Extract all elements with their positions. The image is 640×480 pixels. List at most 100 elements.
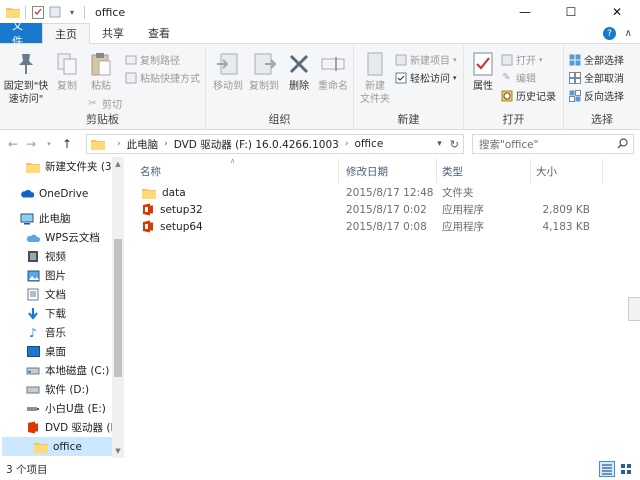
- tab-share[interactable]: 共享: [90, 23, 136, 43]
- select-none-label: 全部取消: [584, 74, 624, 85]
- minimize-button[interactable]: —: [502, 0, 548, 24]
- table-row[interactable]: data 2015/8/17 12:48 文件夹: [136, 184, 604, 201]
- paste-shortcut-icon: [124, 71, 137, 84]
- nav-item-drive-e[interactable]: 小白U盘 (E:): [26, 399, 106, 418]
- copy-button[interactable]: 复制: [52, 50, 82, 93]
- nav-item-pictures[interactable]: 图片: [26, 266, 66, 285]
- new-folder-label: 新建 文件夹: [360, 81, 390, 105]
- easy-access-button[interactable]: 轻松访问 ▾: [394, 70, 457, 85]
- file-size: 4,183 KB: [542, 220, 591, 233]
- breadcrumb-dvd-drive[interactable]: DVD 驱动器 (F:) 16.0.4266.1003: [174, 137, 339, 152]
- nav-item-this-pc[interactable]: 此电脑: [20, 209, 71, 228]
- nav-item-drive-c[interactable]: 本地磁盘 (C:): [26, 361, 109, 380]
- copy-path-button[interactable]: 复制路径: [124, 52, 180, 67]
- column-header-type[interactable]: 类型: [442, 159, 532, 183]
- select-all-button[interactable]: 全部选择: [568, 52, 624, 67]
- table-row[interactable]: setup64 2015/8/17 0:08 应用程序 4,183 KB: [136, 218, 604, 235]
- open-group: 属性 打开 ▾ ✎ 编辑 历史记录 打开: [464, 46, 564, 130]
- pin-label: 固定到"快 速访问": [3, 81, 49, 105]
- open-label: 打开: [516, 56, 536, 67]
- nav-item-label: 新建文件夹 (3): [45, 161, 116, 173]
- nav-item-music[interactable]: ♪ 音乐: [26, 323, 66, 342]
- refresh-icon[interactable]: ↻: [450, 138, 459, 151]
- close-button[interactable]: ✕: [594, 0, 640, 24]
- column-header-size[interactable]: 大小: [536, 159, 596, 183]
- window-controls: — ☐ ✕: [502, 0, 640, 24]
- paste-shortcut-label: 粘贴快捷方式: [140, 74, 200, 85]
- nav-item-drive-d[interactable]: 软件 (D:): [26, 380, 89, 399]
- nav-item-videos[interactable]: 视频: [26, 247, 66, 266]
- column-divider[interactable]: [338, 159, 339, 183]
- new-item-button[interactable]: 新建项目 ▾: [394, 52, 457, 67]
- column-header-name[interactable]: 名称: [140, 159, 340, 183]
- back-arrow-icon[interactable]: ←: [4, 134, 22, 154]
- edit-button[interactable]: ✎ 编辑: [500, 70, 536, 85]
- move-to-icon: [214, 50, 242, 78]
- delete-button[interactable]: 删除: [286, 50, 312, 93]
- scroll-down-icon[interactable]: ▼: [113, 446, 123, 456]
- breadcrumb-this-pc[interactable]: 此电脑: [127, 137, 159, 152]
- invert-selection-button[interactable]: 反向选择: [568, 88, 624, 103]
- new-folder-icon[interactable]: [48, 5, 62, 19]
- cut-button[interactable]: ✂ 剪切: [86, 96, 122, 111]
- open-button[interactable]: 打开 ▾: [500, 52, 543, 67]
- column-header-date[interactable]: 修改日期: [346, 159, 436, 183]
- search-input[interactable]: 搜索"office": [472, 134, 634, 154]
- paste-label: 粘贴: [91, 81, 111, 92]
- nav-item-new-folder-3[interactable]: 新建文件夹 (3): [26, 157, 116, 176]
- nav-item-desktop[interactable]: 桌面: [26, 342, 66, 361]
- nav-item-dvd-drive[interactable]: DVD 驱动器 (F:): [26, 418, 123, 437]
- column-divider[interactable]: [602, 159, 603, 183]
- paste-button[interactable]: 粘贴: [86, 50, 116, 93]
- rename-button[interactable]: 重命名: [316, 50, 350, 93]
- nav-pane-scrollbar[interactable]: ▲ ▼: [112, 157, 124, 458]
- properties-button[interactable]: 属性: [468, 50, 498, 93]
- file-name-cell: setup32: [142, 201, 203, 218]
- copy-to-button[interactable]: 复制到: [246, 50, 282, 93]
- scroll-up-icon[interactable]: ▲: [113, 159, 123, 169]
- history-button[interactable]: 历史记录: [500, 88, 556, 103]
- breadcrumb-separator-icon: ›: [344, 139, 349, 149]
- pin-quick-access-button[interactable]: 固定到"快 速访问": [4, 50, 48, 106]
- paste-shortcut-button[interactable]: 粘贴快捷方式: [124, 70, 200, 85]
- tab-view[interactable]: 查看: [136, 23, 182, 43]
- history-icon: [500, 89, 513, 102]
- nav-item-office[interactable]: office: [2, 437, 112, 456]
- side-panel-tab[interactable]: [628, 297, 640, 321]
- maximize-button[interactable]: ☐: [548, 0, 594, 24]
- properties-icon[interactable]: [31, 5, 45, 19]
- file-name: setup32: [160, 203, 203, 216]
- up-arrow-icon[interactable]: ↑: [58, 134, 76, 154]
- properties-icon: [469, 50, 497, 78]
- file-type: 文件夹: [442, 187, 474, 199]
- organize-group-label: 组织: [268, 113, 291, 126]
- download-icon: [26, 307, 40, 321]
- tab-file[interactable]: 文件: [0, 19, 42, 48]
- recent-locations-chevron-icon[interactable]: ▾: [40, 134, 58, 154]
- new-folder-button[interactable]: 新建 文件夹: [358, 50, 392, 106]
- nav-item-downloads[interactable]: 下载: [26, 304, 66, 323]
- customize-chevron-icon[interactable]: ▾: [65, 5, 79, 19]
- column-divider[interactable]: [530, 159, 531, 183]
- pin-icon: [12, 50, 40, 78]
- address-bar[interactable]: › 此电脑 › DVD 驱动器 (F:) 16.0.4266.1003 › of…: [86, 134, 464, 154]
- history-label: 历史记录: [516, 92, 556, 103]
- select-none-button[interactable]: 全部取消: [568, 70, 624, 85]
- help-icon[interactable]: ?: [603, 27, 616, 40]
- ribbon-collapse-icon[interactable]: ∧: [625, 28, 632, 39]
- forward-arrow-icon[interactable]: →: [22, 134, 40, 154]
- large-icons-view-icon[interactable]: [618, 461, 634, 477]
- tab-home[interactable]: 主页: [42, 23, 90, 44]
- nav-item-onedrive[interactable]: OneDrive: [20, 184, 88, 203]
- nav-item-wps-cloud[interactable]: WPS云文档: [26, 228, 100, 247]
- table-row[interactable]: setup32 2015/8/17 0:02 应用程序 2,809 KB: [136, 201, 604, 218]
- nav-item-documents[interactable]: 文档: [26, 285, 66, 304]
- move-to-button[interactable]: 移动到: [210, 50, 246, 93]
- breadcrumb-office[interactable]: office: [354, 138, 383, 150]
- open-chevron-icon: ▾: [539, 55, 543, 64]
- scrollbar-thumb[interactable]: [114, 239, 122, 377]
- column-divider[interactable]: [436, 159, 437, 183]
- address-dropdown-chevron-icon[interactable]: ▾: [437, 139, 442, 149]
- new-item-label: 新建项目: [410, 56, 450, 67]
- details-view-icon[interactable]: [599, 461, 615, 477]
